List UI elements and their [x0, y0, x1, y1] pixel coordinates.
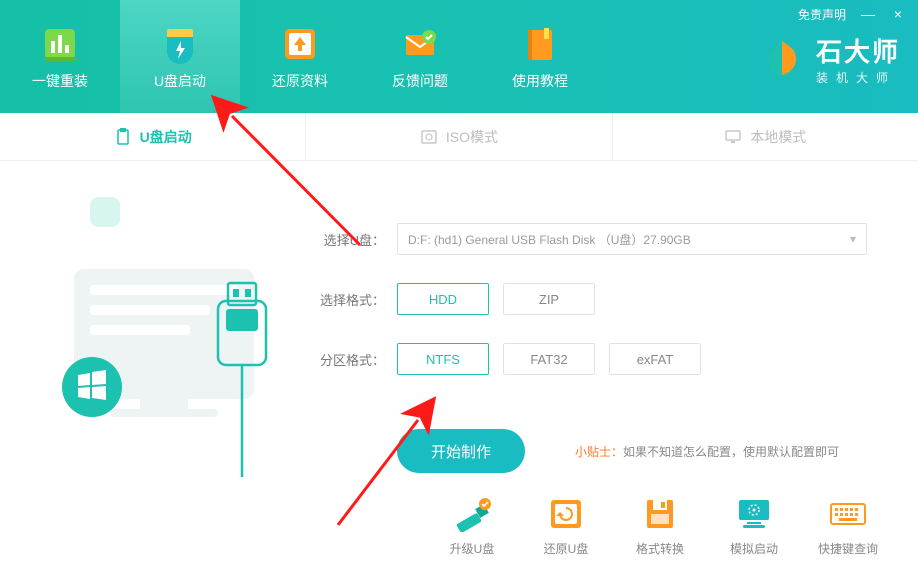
subtab-label: U盘启动 [140, 127, 192, 147]
minimize-button[interactable]: — [860, 6, 876, 22]
format-option-zip[interactable]: ZIP [503, 283, 595, 315]
usb-upgrade-icon [451, 496, 493, 532]
tools: 升级U盘 还原U盘 格式转换 模拟启动 快捷键查询 [430, 496, 890, 557]
disk-icon [639, 496, 681, 532]
tool-label: 快捷键查询 [818, 540, 878, 557]
tool-label: 升级U盘 [450, 540, 495, 557]
tool-upgrade-usb[interactable]: 升级U盘 [430, 496, 514, 557]
nav-label: U盘启动 [154, 71, 206, 91]
nav-tutorial[interactable]: 使用教程 [480, 0, 600, 113]
tip: 小贴士：如果不知道怎么配置，使用默认配置即可 [575, 443, 839, 460]
tool-label: 还原U盘 [544, 540, 589, 557]
nav-label: 还原资料 [272, 71, 328, 91]
subtab-label: 本地模式 [750, 127, 806, 147]
nav-feedback[interactable]: 反馈问题 [360, 0, 480, 113]
brand-title: 石大师 [816, 32, 900, 69]
computer-illustration [60, 247, 290, 477]
disk-select[interactable]: D:F: (hd1) General USB Flash Disk （U盘）27… [397, 223, 867, 255]
nav-usb-boot[interactable]: U盘启动 [120, 0, 240, 113]
brand-logo-icon [760, 37, 804, 81]
mail-check-icon [399, 23, 441, 65]
usb-icon [114, 128, 132, 146]
partition-label: 分区格式： [315, 350, 385, 369]
nav-restore[interactable]: 还原资料 [240, 0, 360, 113]
restore-icon [545, 496, 587, 532]
disk-label: 选择U盘： [315, 230, 385, 249]
brand: 石大师 装机大师 [760, 32, 900, 86]
tip-text: 如果不知道怎么配置，使用默认配置即可 [623, 445, 839, 459]
bar-chart-icon [39, 23, 81, 65]
tool-label: 模拟启动 [730, 540, 778, 557]
disk-value: D:F: (hd1) General USB Flash Disk （U盘）27… [408, 231, 691, 248]
header: 一键重装 U盘启动 还原资料 反馈问题 使用教程 [0, 0, 918, 113]
nav: 一键重装 U盘启动 还原资料 反馈问题 使用教程 [0, 0, 600, 113]
chevron-down-icon: ▾ [850, 232, 856, 246]
partition-option-exfat[interactable]: exFAT [609, 343, 701, 375]
subtab-label: ISO模式 [446, 127, 498, 147]
iso-icon [420, 128, 438, 146]
left-illustration [0, 161, 305, 579]
partition-option-fat32[interactable]: FAT32 [503, 343, 595, 375]
format-option-hdd[interactable]: HDD [397, 283, 489, 315]
close-button[interactable]: × [890, 6, 906, 22]
shield-bolt-icon [159, 23, 201, 65]
tool-restore-usb[interactable]: 还原U盘 [524, 496, 608, 557]
tool-label: 格式转换 [636, 540, 684, 557]
tool-format-convert[interactable]: 格式转换 [618, 496, 702, 557]
subtab-iso[interactable]: ISO模式 [306, 113, 612, 160]
book-icon [519, 23, 561, 65]
subtabs: U盘启动 ISO模式 本地模式 [0, 113, 918, 161]
nav-label: 一键重装 [32, 71, 88, 91]
start-button[interactable]: 开始制作 [397, 429, 525, 473]
nav-reinstall[interactable]: 一键重装 [0, 0, 120, 113]
tool-shortcut-query[interactable]: 快捷键查询 [806, 496, 890, 557]
nav-label: 反馈问题 [392, 71, 448, 91]
partition-option-ntfs[interactable]: NTFS [397, 343, 489, 375]
format-label: 选择格式： [315, 290, 385, 309]
subtab-usb-boot[interactable]: U盘启动 [0, 113, 306, 160]
disclaimer-link[interactable]: 免责声明 [798, 6, 846, 23]
upload-box-icon [279, 23, 321, 65]
keyboard-icon [827, 496, 869, 532]
tool-simulate-boot[interactable]: 模拟启动 [712, 496, 796, 557]
subtab-local[interactable]: 本地模式 [613, 113, 918, 160]
monitor-gear-icon [733, 496, 775, 532]
monitor-icon [724, 128, 742, 146]
nav-label: 使用教程 [512, 71, 568, 91]
tip-label: 小贴士： [575, 445, 623, 459]
brand-subtitle: 装机大师 [816, 69, 900, 86]
